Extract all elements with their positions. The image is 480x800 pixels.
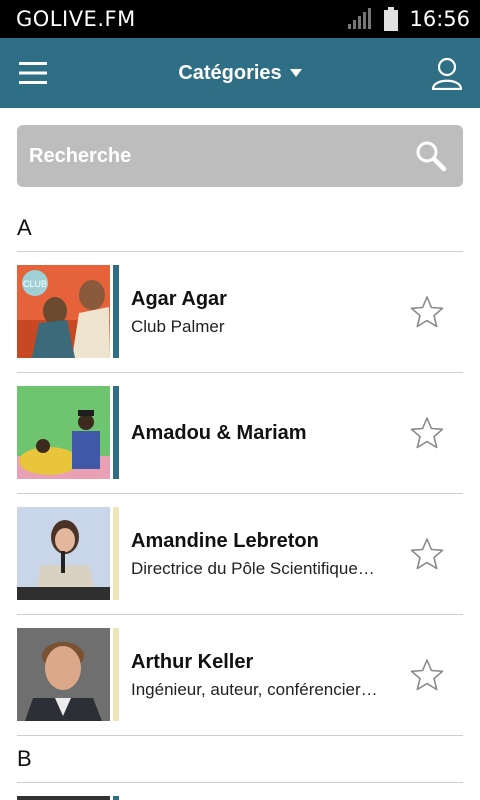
section-letter: B xyxy=(17,746,32,771)
signal-icon xyxy=(348,8,372,29)
color-bar xyxy=(113,386,119,479)
search-input[interactable] xyxy=(29,136,411,176)
item-title: Amandine Lebreton xyxy=(131,530,319,552)
menu-icon xyxy=(19,62,47,84)
item-subtitle: Club Palmer xyxy=(131,317,225,336)
category-dropdown[interactable]: Catégories xyxy=(178,61,302,85)
list-item-amandine-lebreton[interactable]: Amandine Lebreton Directrice du Pôle Sci… xyxy=(17,494,463,615)
search-bar xyxy=(17,125,463,187)
user-icon xyxy=(431,57,463,90)
star-icon xyxy=(410,659,444,691)
item-text: Amandine Lebreton Directrice du Pôle Sci… xyxy=(131,494,393,615)
color-bar xyxy=(113,265,119,358)
page-title: Catégories xyxy=(178,61,282,84)
list-item-arthur-keller[interactable]: Arthur Keller Ingénieur, auteur, confére… xyxy=(17,615,463,736)
battery-icon xyxy=(384,7,399,31)
status-bar: GOLIVE.FM 16:56 xyxy=(0,0,480,38)
star-icon xyxy=(410,296,444,328)
item-text: Agar Agar Club Palmer xyxy=(131,252,393,373)
artist-thumbnail xyxy=(17,628,110,721)
next-item-color-bar xyxy=(113,796,119,800)
favorite-button[interactable] xyxy=(409,294,445,330)
item-subtitle: Ingénieur, auteur, conférencier… xyxy=(131,680,378,699)
list-item-amadou-mariam[interactable]: Amadou & Mariam xyxy=(17,373,463,494)
status-time: 16:56 xyxy=(409,7,470,31)
status-app-name: GOLIVE.FM xyxy=(16,7,136,31)
caret-down-icon xyxy=(289,69,302,77)
item-subtitle: Directrice du Pôle Scientifique… xyxy=(131,559,375,578)
color-bar xyxy=(113,507,119,600)
color-bar xyxy=(113,628,119,721)
star-icon xyxy=(410,538,444,570)
section-header-a: A xyxy=(17,208,463,252)
favorite-button[interactable] xyxy=(409,536,445,572)
favorite-button[interactable] xyxy=(409,415,445,451)
svg-text:CLUB: CLUB xyxy=(23,279,47,289)
search-icon xyxy=(416,141,447,172)
search-button[interactable] xyxy=(411,136,451,176)
next-item-thumbnail xyxy=(17,796,110,800)
status-indicators: 16:56 xyxy=(347,7,470,31)
favorite-button[interactable] xyxy=(409,657,445,693)
item-title: Agar Agar xyxy=(131,288,227,310)
list-item-agar-agar[interactable]: CLUB Agar Agar Club Palmer xyxy=(17,252,463,373)
section-header-b: B xyxy=(17,739,463,783)
item-text: Amadou & Mariam xyxy=(131,373,393,494)
item-text: Arthur Keller Ingénieur, auteur, confére… xyxy=(131,615,393,736)
item-title: Arthur Keller xyxy=(131,651,254,673)
artist-thumbnail: CLUB xyxy=(17,265,110,358)
user-button[interactable] xyxy=(428,54,466,92)
item-title: Amadou & Mariam xyxy=(131,422,307,444)
section-letter: A xyxy=(17,215,32,240)
menu-button[interactable] xyxy=(14,56,52,90)
app-bar: Catégories xyxy=(0,38,480,108)
artist-thumbnail xyxy=(17,507,110,600)
star-icon xyxy=(410,417,444,449)
artist-thumbnail xyxy=(17,386,110,479)
